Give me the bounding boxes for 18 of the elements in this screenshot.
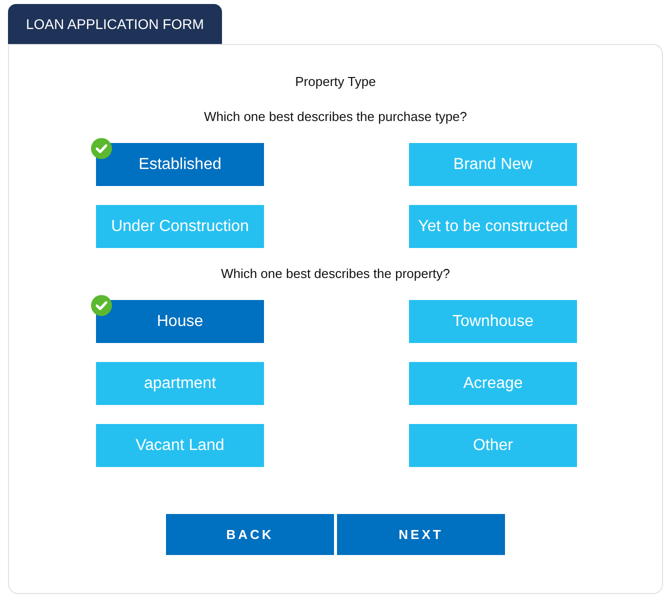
form-title-banner: LOAN APPLICATION FORM xyxy=(8,4,222,44)
question-prompt: Which one best describes the property? xyxy=(220,265,450,283)
section-title: Property Type xyxy=(295,73,376,91)
option-button[interactable]: Established xyxy=(96,143,264,186)
checkmark-icon xyxy=(91,295,112,316)
option-button[interactable]: Yet to be constructed xyxy=(409,205,577,248)
option-button[interactable]: apartment xyxy=(96,362,264,405)
nav-button[interactable]: NEXT xyxy=(337,514,505,555)
option-button[interactable]: Vacant Land xyxy=(96,424,264,467)
option-button[interactable]: Brand New xyxy=(409,143,577,186)
checkmark-icon xyxy=(91,138,112,159)
option-button[interactable]: Townhouse xyxy=(409,300,577,343)
option-button[interactable]: Acreage xyxy=(409,362,577,405)
option-button[interactable]: House xyxy=(96,300,264,343)
question-prompt: Which one best describes the purchase type? xyxy=(204,108,468,126)
option-button[interactable]: Other xyxy=(409,424,577,467)
option-button[interactable]: Under Construction xyxy=(96,205,264,248)
nav-button[interactable]: BACK xyxy=(166,514,334,555)
